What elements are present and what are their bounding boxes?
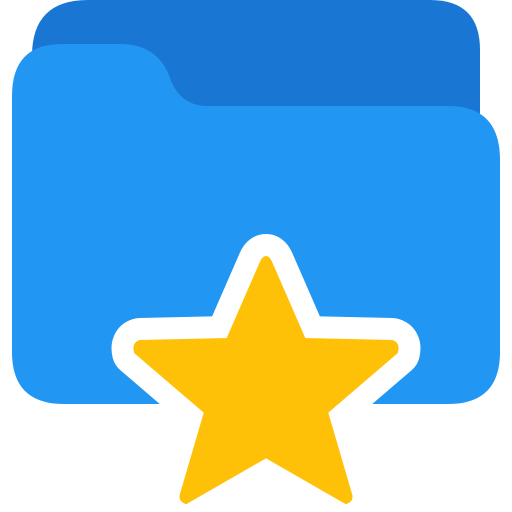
favorite-folder-svg [12,0,500,512]
favorite-folder-icon [0,0,512,512]
